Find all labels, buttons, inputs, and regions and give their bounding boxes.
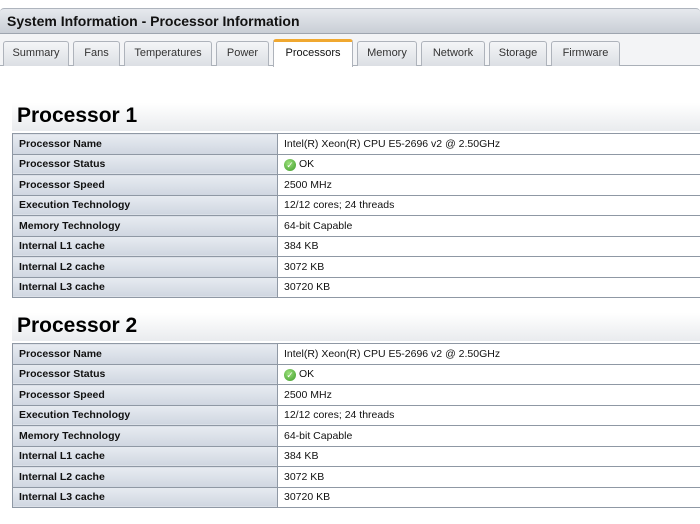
row-value: 12/12 cores; 24 threads <box>277 194 700 216</box>
table-row: Processor Name Intel(R) Xeon(R) CPU E5-2… <box>12 133 700 155</box>
row-label: Processor Name <box>12 133 278 155</box>
table-row: Memory Technology 64-bit Capable <box>12 425 700 447</box>
table-row: Processor Status ✓ OK <box>12 363 700 385</box>
row-value: 30720 KB <box>277 276 700 298</box>
row-label: Internal L2 cache <box>12 466 278 488</box>
table-row: Execution Technology 12/12 cores; 24 thr… <box>12 404 700 426</box>
processor-1-table: Processor Name Intel(R) Xeon(R) CPU E5-2… <box>12 133 700 298</box>
table-row: Processor Status ✓ OK <box>12 153 700 175</box>
processor-1-heading: Processor 1 <box>12 103 700 131</box>
tab-processors[interactable]: Processors <box>273 39 353 67</box>
row-label: Processor Name <box>12 343 278 365</box>
row-label: Internal L3 cache <box>12 486 278 508</box>
row-label: Processor Speed <box>12 174 278 196</box>
row-label: Memory Technology <box>12 215 278 237</box>
row-label: Internal L1 cache <box>12 235 278 257</box>
row-value: 64-bit Capable <box>277 215 700 237</box>
row-label: Processor Status <box>12 153 278 175</box>
row-label: Internal L3 cache <box>12 276 278 298</box>
row-value: 2500 MHz <box>277 174 700 196</box>
row-label: Internal L1 cache <box>12 445 278 467</box>
row-label: Internal L2 cache <box>12 256 278 278</box>
tab-memory[interactable]: Memory <box>357 41 417 66</box>
row-value: 2500 MHz <box>277 384 700 406</box>
table-row: Internal L1 cache 384 KB <box>12 445 700 467</box>
row-label: Memory Technology <box>12 425 278 447</box>
row-label: Execution Technology <box>12 194 278 216</box>
tab-power[interactable]: Power <box>216 41 269 66</box>
table-row: Internal L3 cache 30720 KB <box>12 486 700 508</box>
tab-bar: Summary Fans Temperatures Power Processo… <box>0 34 700 67</box>
processor-2-heading: Processor 2 <box>12 313 700 341</box>
status-value: OK <box>299 367 315 380</box>
tab-summary[interactable]: Summary <box>3 41 69 66</box>
processor-2-table: Processor Name Intel(R) Xeon(R) CPU E5-2… <box>12 343 700 508</box>
row-value: 3072 KB <box>277 466 700 488</box>
row-value: 30720 KB <box>277 486 700 508</box>
row-value: 64-bit Capable <box>277 425 700 447</box>
status-cell: ✓ OK <box>277 363 700 385</box>
row-value: Intel(R) Xeon(R) CPU E5-2696 v2 @ 2.50GH… <box>277 133 700 155</box>
tab-storage[interactable]: Storage <box>489 41 547 66</box>
window-title: System Information - Processor Informati… <box>0 8 700 34</box>
table-row: Execution Technology 12/12 cores; 24 thr… <box>12 194 700 216</box>
row-label: Processor Speed <box>12 384 278 406</box>
table-row: Internal L2 cache 3072 KB <box>12 256 700 278</box>
tab-fans[interactable]: Fans <box>73 41 120 66</box>
row-value: Intel(R) Xeon(R) CPU E5-2696 v2 @ 2.50GH… <box>277 343 700 365</box>
table-row: Processor Speed 2500 MHz <box>12 384 700 406</box>
table-row: Processor Speed 2500 MHz <box>12 174 700 196</box>
row-label: Processor Status <box>12 363 278 385</box>
row-value: 384 KB <box>277 235 700 257</box>
row-label: Execution Technology <box>12 404 278 426</box>
ok-check-icon: ✓ <box>284 368 296 381</box>
table-row: Internal L2 cache 3072 KB <box>12 466 700 488</box>
table-row: Processor Name Intel(R) Xeon(R) CPU E5-2… <box>12 343 700 365</box>
row-value: 12/12 cores; 24 threads <box>277 404 700 426</box>
processor-info-panel: Processor 1 Processor Name Intel(R) Xeon… <box>0 66 700 524</box>
row-value: 384 KB <box>277 445 700 467</box>
tab-temperatures[interactable]: Temperatures <box>124 41 212 66</box>
row-value: 3072 KB <box>277 256 700 278</box>
table-row: Internal L3 cache 30720 KB <box>12 276 700 298</box>
table-row: Memory Technology 64-bit Capable <box>12 215 700 237</box>
status-cell: ✓ OK <box>277 153 700 175</box>
tab-network[interactable]: Network <box>421 41 485 66</box>
status-value: OK <box>299 157 315 170</box>
tab-firmware[interactable]: Firmware <box>551 41 620 66</box>
table-row: Internal L1 cache 384 KB <box>12 235 700 257</box>
ok-check-icon: ✓ <box>284 158 296 171</box>
